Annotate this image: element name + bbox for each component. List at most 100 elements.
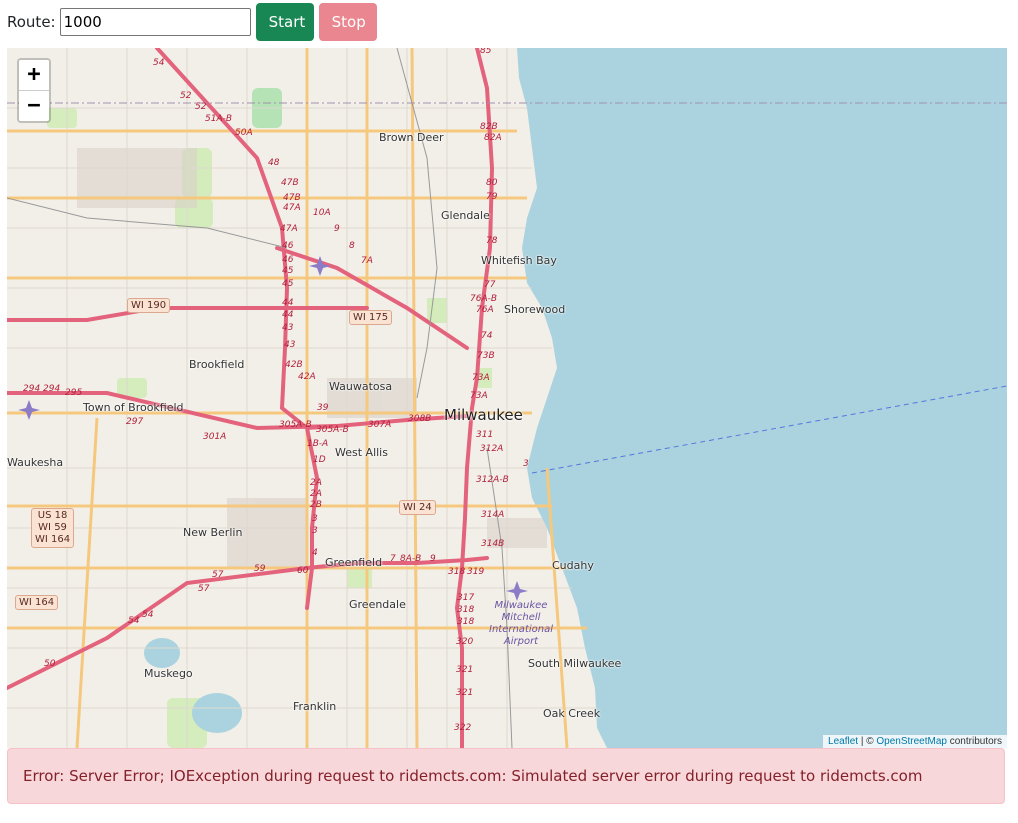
exit-label: 57 xyxy=(198,584,210,594)
exit-label: 3 xyxy=(312,514,318,524)
place-oak-creek: Oak Creek xyxy=(543,707,601,720)
exit-label: 294 xyxy=(43,384,61,394)
attribution-separator: | © xyxy=(858,736,877,747)
exit-label: 3 xyxy=(312,526,318,536)
exit-label: 7A xyxy=(361,256,373,266)
exit-label: 43 xyxy=(284,340,296,350)
osm-link[interactable]: OpenStreetMap xyxy=(876,736,947,747)
exit-label: 9 xyxy=(334,224,340,234)
exit-label: 305A-B xyxy=(316,425,349,435)
shield-wi190: WI 190 xyxy=(127,298,171,313)
exit-label: 8 xyxy=(349,241,355,251)
exit-label: 318 xyxy=(457,617,475,627)
exit-label: 54 xyxy=(142,610,154,620)
route-input[interactable] xyxy=(59,8,251,36)
zoom-in-button[interactable]: + xyxy=(19,60,49,91)
zoom-out-button[interactable]: − xyxy=(19,91,49,121)
start-button[interactable]: Start xyxy=(255,3,314,41)
shield-us18-wi59-wi164: US 18 WI 59 WI 164 xyxy=(31,508,75,548)
exit-label: 78 xyxy=(486,236,498,246)
exit-label: 7 xyxy=(390,554,396,564)
place-greenfield: Greenfield xyxy=(325,556,383,569)
zoom-control: + − xyxy=(17,58,51,123)
exit-label: 319 xyxy=(467,567,485,577)
exit-label: 85 xyxy=(480,48,492,56)
exit-label: 45 xyxy=(282,266,294,276)
exit-label: 47B xyxy=(281,178,299,188)
shield-wi24: WI 24 xyxy=(399,500,436,515)
place-brown-deer: Brown Deer xyxy=(379,131,444,144)
exit-label: 9 xyxy=(430,554,436,564)
exit-label: 82B xyxy=(480,122,498,132)
exit-label: 79 xyxy=(486,192,498,202)
exit-label: 52 xyxy=(195,102,207,112)
exit-label: 74 xyxy=(481,331,493,341)
exit-label: 46 xyxy=(282,255,294,265)
exit-label: 47A xyxy=(280,224,298,234)
shield-wi175: WI 175 xyxy=(349,310,393,325)
exit-label: 76A-B xyxy=(470,294,498,304)
error-alert: Error: Server Error; IOException during … xyxy=(7,748,1005,804)
place-whitefish-bay: Whitefish Bay xyxy=(481,254,557,267)
exit-label: 1B-A xyxy=(307,439,329,449)
exit-label: 294 xyxy=(23,384,41,394)
shield-us18: US 18 xyxy=(37,510,68,521)
exit-label: 80 xyxy=(486,178,498,188)
exit-label: 44 xyxy=(282,310,294,320)
exit-label: 73A xyxy=(472,373,490,383)
exit-label: 314B xyxy=(481,539,505,549)
exit-label: 305A-B xyxy=(279,420,312,430)
exit-label: 47A xyxy=(283,203,301,213)
place-cudahy: Cudahy xyxy=(552,559,594,572)
shield-wi164-a: WI 164 xyxy=(35,534,71,545)
exit-label: 311 xyxy=(476,430,494,440)
place-west-allis: West Allis xyxy=(335,446,388,459)
shield-wi164-b: WI 164 xyxy=(15,595,59,610)
exit-label: 39 xyxy=(317,403,329,413)
exit-label: 317 xyxy=(457,593,475,603)
exit-label: 297 xyxy=(126,417,144,427)
exit-label: 60 xyxy=(297,566,309,576)
exit-label: 10A xyxy=(313,208,331,218)
exit-label: 54 xyxy=(153,58,165,68)
exit-label: 321 xyxy=(456,688,474,698)
place-muskego: Muskego xyxy=(144,667,193,680)
exit-label: 2B xyxy=(310,500,322,510)
exit-label: 45 xyxy=(282,279,294,289)
exit-label: 54 xyxy=(128,616,140,626)
place-franklin: Franklin xyxy=(293,700,337,713)
place-greendale: Greendale xyxy=(349,598,406,611)
exit-label: 314A xyxy=(481,510,505,520)
exit-label: 46 xyxy=(282,241,294,251)
place-south-milwaukee: South Milwaukee xyxy=(528,657,622,670)
exit-label: 318 xyxy=(457,605,475,615)
map[interactable]: Milwaukee Brown Deer Glendale Whitefish … xyxy=(7,48,1007,748)
map-attribution: Leaflet | © OpenStreetMap contributors xyxy=(823,735,1007,748)
exit-label: 76A xyxy=(476,305,494,315)
exit-label: 295 xyxy=(65,388,83,398)
exit-label: 307A xyxy=(368,420,392,430)
exit-label: 57 xyxy=(212,570,224,580)
exit-label: 301A xyxy=(203,432,227,442)
place-milwaukee: Milwaukee xyxy=(444,406,523,424)
attribution-contributors: contributors xyxy=(946,736,1002,747)
stop-button[interactable]: Stop xyxy=(318,3,377,41)
exit-label: 308B xyxy=(408,414,432,424)
exit-label: 50A xyxy=(235,128,253,138)
exit-label: 73B xyxy=(477,351,495,361)
route-toolbar: Route: Start Stop xyxy=(7,3,377,41)
exit-label: 59 xyxy=(254,564,266,574)
exit-label: 8A-B xyxy=(400,554,422,564)
exit-label: 51A-B xyxy=(205,114,233,124)
error-message: Error: Server Error; IOException during … xyxy=(23,767,923,785)
exit-label: 73A xyxy=(470,391,488,401)
exit-label: 2A xyxy=(310,489,322,499)
exit-label: 77 xyxy=(484,280,496,290)
exit-label: 52 xyxy=(180,91,192,101)
exit-label: 3 xyxy=(523,459,529,469)
exit-label: 47B xyxy=(283,193,301,203)
shield-wi59: WI 59 xyxy=(38,522,67,533)
exit-label: 318 xyxy=(448,567,466,577)
leaflet-link[interactable]: Leaflet xyxy=(828,736,858,747)
exit-label: 320 xyxy=(456,637,474,647)
